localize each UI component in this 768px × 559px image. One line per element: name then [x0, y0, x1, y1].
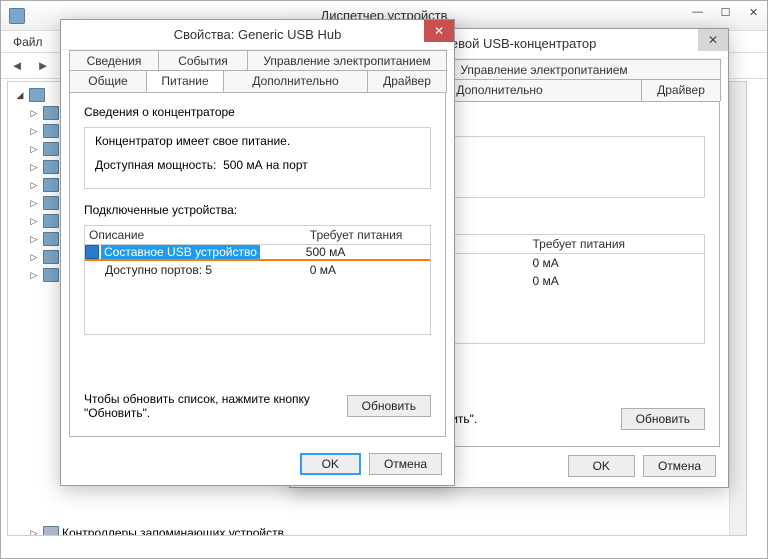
menu-file[interactable]: Файл: [5, 33, 51, 51]
maximize-button[interactable]: ☐: [711, 1, 739, 23]
storage-icon: [43, 526, 59, 536]
refresh-hint: Чтобы обновить список, нажмите кнопку "О…: [84, 392, 347, 420]
ok-button[interactable]: OK: [568, 455, 635, 477]
tab-driver[interactable]: Драйвер: [367, 70, 447, 92]
twisty-icon[interactable]: ▷: [28, 144, 40, 155]
tab-advanced[interactable]: Дополнительно: [223, 70, 368, 92]
available-power-label: Доступная мощность:: [95, 158, 216, 172]
device-name: Составное USB устройство: [101, 245, 260, 259]
col-requires: Требует питания: [529, 235, 705, 254]
tab-general[interactable]: Общие: [69, 70, 147, 92]
tab-panel-power: Сведения о концентраторе Концентратор им…: [69, 92, 446, 437]
nav-back-button[interactable]: ◄: [5, 56, 29, 76]
app-icon: [9, 8, 25, 24]
nav-forward-button[interactable]: ►: [31, 56, 55, 76]
refresh-button[interactable]: Обновить: [347, 395, 431, 417]
device-icon: [43, 268, 59, 282]
twisty-icon[interactable]: ▷: [28, 252, 40, 263]
tab-power-management[interactable]: Управление электропитанием: [247, 50, 447, 71]
computer-icon: [29, 88, 45, 102]
twisty-icon[interactable]: ▷: [28, 108, 40, 119]
tab-power[interactable]: Питание: [146, 70, 224, 92]
tab-events[interactable]: События: [158, 50, 248, 71]
twisty-icon[interactable]: ▷: [28, 162, 40, 173]
dialog-close-button[interactable]: ✕: [698, 29, 728, 51]
twisty-icon[interactable]: ▷: [28, 528, 40, 537]
device-power: 500 мА: [306, 245, 430, 261]
device-icon: [43, 160, 59, 174]
device-icon: [43, 214, 59, 228]
cancel-button[interactable]: Отмена: [643, 455, 716, 477]
table-row-selected[interactable]: Составное USB устройство 500 мА: [85, 245, 430, 261]
table-row[interactable]: Доступно портов: 50 мА: [85, 260, 430, 279]
tab-driver[interactable]: Драйвер: [641, 79, 721, 101]
refresh-button[interactable]: Обновить: [621, 408, 705, 430]
hub-info-label: Сведения о концентраторе: [84, 105, 431, 119]
usb-device-icon: [85, 245, 99, 259]
properties-dialog-front: Свойства: Generic USB Hub ✕ Сведения Соб…: [60, 19, 455, 486]
available-power-value: 500 мА на порт: [223, 158, 308, 172]
dialog-close-button[interactable]: ✕: [424, 20, 454, 42]
device-icon: [43, 232, 59, 246]
twisty-icon[interactable]: ▷: [28, 126, 40, 137]
device-icon: [43, 106, 59, 120]
device-icon: [43, 142, 59, 156]
main-close-button[interactable]: ✕: [739, 1, 767, 23]
cancel-button[interactable]: Отмена: [369, 453, 442, 475]
connected-devices-label: Подключенные устройства:: [84, 203, 431, 217]
device-list-table: ОписаниеТребует питания Составное USB ус…: [85, 226, 430, 279]
dialog-titlebar: Свойства: Generic USB Hub ✕: [61, 20, 454, 50]
device-icon: [43, 250, 59, 264]
twisty-icon[interactable]: ▷: [28, 234, 40, 245]
dialog-title: Свойства: Generic USB Hub: [174, 27, 342, 42]
col-requires: Требует питания: [306, 226, 430, 245]
device-icon: [43, 178, 59, 192]
minimize-button[interactable]: —: [683, 1, 711, 23]
tree-scrollbar[interactable]: [729, 82, 746, 535]
twisty-icon[interactable]: ▷: [28, 270, 40, 281]
twisty-icon[interactable]: ▷: [28, 198, 40, 209]
tab-details[interactable]: Сведения: [69, 50, 159, 71]
col-description: Описание: [85, 226, 306, 245]
tree-node-storage[interactable]: ▷ Контроллеры запоминающих устройств: [10, 524, 744, 536]
device-icon: [43, 196, 59, 210]
twisty-icon[interactable]: ◢: [14, 90, 26, 101]
ok-button[interactable]: OK: [300, 453, 361, 475]
tree-label: Контроллеры запоминающих устройств: [62, 526, 284, 536]
self-powered-text: Концентратор имеет свое питание.: [95, 134, 422, 148]
device-list-group: ОписаниеТребует питания Составное USB ус…: [84, 225, 431, 335]
device-icon: [43, 124, 59, 138]
twisty-icon[interactable]: ▷: [28, 180, 40, 191]
twisty-icon[interactable]: ▷: [28, 216, 40, 227]
hub-info-group: Концентратор имеет свое питание. Доступн…: [84, 127, 431, 189]
